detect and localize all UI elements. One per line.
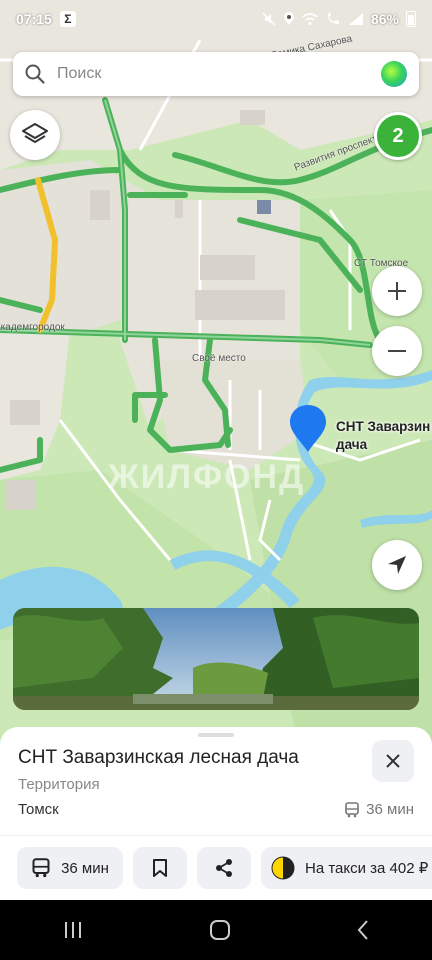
back-icon[interactable] [356, 919, 370, 941]
bus-icon [32, 858, 50, 878]
close-icon [386, 754, 400, 768]
my-location-button[interactable] [372, 540, 422, 590]
status-bar: 07:15 Σ 86% [0, 0, 432, 38]
place-category: Территория [18, 776, 100, 793]
home-icon[interactable] [209, 919, 231, 941]
transit-eta-text: 36 мин [366, 801, 414, 818]
status-time: 07:15 [16, 11, 52, 27]
pin-label-line2: дача [336, 437, 368, 452]
location-icon [283, 12, 294, 25]
bookmark-icon [153, 859, 167, 877]
navigation-arrow-icon [388, 556, 406, 574]
sheet-grabber[interactable] [198, 733, 234, 737]
taxi-button-label: На такси за 402 ₽ [305, 860, 429, 877]
area-label-svoe-mesto: Своё место [192, 353, 246, 364]
action-row: 36 мин На такси за 402 ₽ [17, 847, 432, 889]
minus-icon [388, 350, 406, 352]
search-placeholder: Поиск [57, 65, 102, 82]
share-icon [216, 859, 232, 877]
app-notification-icon: Σ [59, 11, 76, 27]
route-count-badge[interactable]: 2 [374, 112, 422, 160]
system-nav-bar [0, 900, 432, 960]
watermark: ЖИЛФОНД [108, 458, 306, 496]
bus-icon [345, 801, 359, 817]
search-bar[interactable]: Поиск [13, 52, 419, 96]
place-card: СНТ Заварзинская лесная дача Территория … [0, 727, 432, 900]
layers-button[interactable] [10, 110, 60, 160]
plus-icon [388, 282, 406, 300]
wifi-icon [302, 13, 318, 26]
pin-label-line1: СНТ Заварзин [336, 419, 431, 434]
route-button-label: 36 мин [61, 859, 109, 877]
route-button[interactable]: 36 мин [17, 847, 123, 889]
share-button[interactable] [197, 847, 251, 889]
transit-eta: 36 мин [344, 801, 414, 818]
search-icon [25, 64, 45, 84]
taxi-icon [271, 856, 295, 880]
zoom-out-button[interactable] [372, 326, 422, 376]
layers-icon [22, 123, 48, 143]
mute-icon [262, 12, 276, 26]
close-button[interactable] [372, 740, 414, 782]
place-city: Томск [18, 801, 59, 818]
call-icon [327, 12, 339, 24]
forest-photo-image [13, 608, 419, 710]
area-label-academgorodok: Академгородок [0, 322, 65, 333]
voice-assistant-icon[interactable] [381, 61, 407, 87]
zoom-in-button[interactable] [372, 266, 422, 316]
place-photo[interactable] [13, 608, 419, 710]
place-title: СНТ Заварзинская лесная дача [18, 747, 299, 768]
battery-percent: 86% [370, 11, 399, 27]
battery-icon [406, 11, 416, 27]
divider [0, 835, 432, 836]
pin-label[interactable]: СНТ Заварзин дача [336, 418, 430, 454]
taxi-button[interactable]: На такси за 402 ₽ [261, 847, 432, 889]
recent-apps-icon[interactable] [62, 920, 84, 940]
bookmark-button[interactable] [133, 847, 187, 889]
signal-icon [348, 13, 363, 25]
